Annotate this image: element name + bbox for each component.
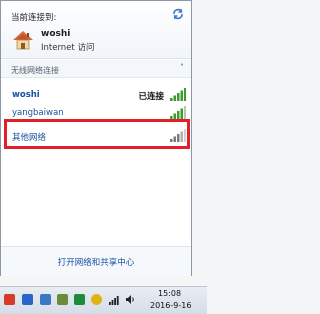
collapse-chevron-icon[interactable]: ˄ <box>180 63 184 72</box>
network-signal-icon[interactable] <box>109 294 120 305</box>
shield-icon[interactable] <box>74 294 85 305</box>
clock-time[interactable]: 15:08 <box>158 289 181 298</box>
security-flag-icon[interactable] <box>4 294 15 305</box>
wireless-section-label: 无线网络连接 <box>11 66 59 75</box>
signal-strength-icon <box>170 88 186 101</box>
mixed-icon[interactable] <box>40 294 51 305</box>
network-name: 其他网络 <box>12 133 47 143</box>
current-network-name: woshi <box>41 29 71 39</box>
signal-strength-icon <box>170 129 186 142</box>
signal-strength-icon <box>170 106 186 119</box>
current-connection-header: 当前连接到: woshi Internet 访问 <box>1 1 191 59</box>
network-name: woshi <box>12 90 40 100</box>
open-network-center-link[interactable]: 打开网络和共享中心 <box>1 256 191 268</box>
network-name: yangbaiwan <box>12 108 64 118</box>
wireless-section-header[interactable]: 无线网络连接 ˄ <box>1 60 191 78</box>
flyout-footer: 打开网络和共享中心 <box>1 246 191 276</box>
internet-access-status: Internet 访问 <box>41 43 95 53</box>
bluetooth-icon[interactable] <box>22 294 33 305</box>
volume-icon[interactable] <box>125 294 136 305</box>
user-icon[interactable] <box>57 294 68 305</box>
chrome-icon[interactable] <box>91 294 102 305</box>
network-item-other[interactable]: 其他网络 <box>4 122 190 144</box>
taskbar: 15:08 2016-9-16 <box>0 286 207 314</box>
clock-date[interactable]: 2016-9-16 <box>150 301 191 310</box>
connection-status: 已连接 <box>138 92 164 102</box>
house-network-icon <box>11 29 35 51</box>
refresh-icon[interactable] <box>169 5 187 23</box>
connected-to-label: 当前连接到: <box>11 13 57 23</box>
network-flyout: 当前连接到: woshi Internet 访问 无线网络连接 ˄ woshi … <box>0 0 192 276</box>
